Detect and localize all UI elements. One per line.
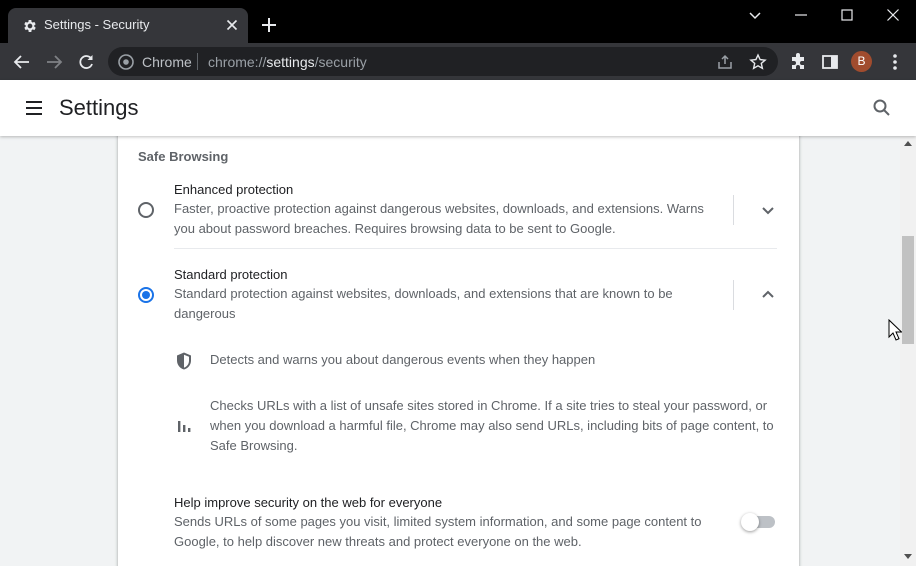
- help-improve-toggle[interactable]: [741, 513, 777, 531]
- omnibox-divider: [197, 53, 198, 70]
- url-text[interactable]: chrome://settings/security: [208, 54, 367, 70]
- settings-header: Settings: [0, 80, 916, 136]
- enhanced-protection-label: Enhanced protection: [174, 182, 294, 197]
- extensions-puzzle-icon[interactable]: [788, 52, 808, 72]
- site-chip-label: Chrome: [142, 54, 192, 70]
- chrome-logo-icon: [118, 54, 134, 70]
- help-improve-description: Sends URLs of some pages you visit, limi…: [174, 514, 702, 549]
- standard-protection-label: Standard protection: [174, 267, 288, 282]
- maximize-icon[interactable]: [838, 6, 856, 24]
- divider: [733, 195, 734, 225]
- window-close-icon[interactable]: [884, 6, 902, 24]
- toggle-knob: [741, 513, 759, 531]
- new-tab-plus-icon[interactable]: [260, 16, 278, 34]
- mouse-cursor-icon: [888, 319, 902, 341]
- settings-content: Safe Browsing Enhanced protection Faster…: [0, 136, 900, 566]
- shield-icon: [177, 352, 191, 370]
- scroll-up-arrow-icon[interactable]: [904, 141, 912, 146]
- detail-text: Detects and warns you about dangerous ev…: [210, 352, 596, 367]
- close-icon[interactable]: [224, 17, 240, 33]
- search-icon[interactable]: [872, 98, 892, 118]
- tab-settings-security[interactable]: Settings - Security: [8, 8, 248, 43]
- more-vert-icon[interactable]: [885, 52, 905, 72]
- share-icon[interactable]: [716, 53, 734, 71]
- gear-icon: [24, 20, 36, 32]
- help-improve-label: Help improve security on the web for eve…: [174, 495, 443, 510]
- bar-chart-icon: [178, 421, 191, 432]
- profile-avatar[interactable]: B: [851, 51, 872, 72]
- chevron-down-icon[interactable]: [760, 202, 776, 218]
- security-card: Safe Browsing Enhanced protection Faster…: [118, 136, 799, 566]
- browser-toolbar: Chrome chrome://settings/security B: [0, 43, 916, 80]
- section-title-safe-browsing: Safe Browsing: [138, 149, 229, 164]
- side-panel-icon[interactable]: [820, 52, 840, 72]
- page-scrollbar[interactable]: [900, 136, 916, 566]
- scroll-thumb[interactable]: [902, 236, 914, 344]
- option-divider: [174, 248, 777, 249]
- standard-protection-radio[interactable]: [138, 287, 154, 303]
- page-title: Settings: [59, 95, 139, 120]
- detail-text: Checks URLs with a list of unsafe sites …: [210, 398, 774, 453]
- back-arrow-icon[interactable]: [12, 52, 32, 72]
- tab-search-chevron-icon[interactable]: [746, 6, 764, 24]
- forward-arrow-icon[interactable]: [44, 52, 64, 72]
- tab-strip: Settings - Security: [0, 0, 916, 43]
- standard-protection-description: Standard protection against websites, do…: [174, 286, 673, 321]
- address-bar[interactable]: Chrome chrome://settings/security: [108, 47, 778, 76]
- chevron-up-icon[interactable]: [760, 287, 776, 303]
- enhanced-protection-radio[interactable]: [138, 202, 154, 218]
- divider: [733, 280, 734, 310]
- scroll-down-arrow-icon[interactable]: [904, 554, 912, 559]
- reload-icon[interactable]: [76, 52, 96, 72]
- hamburger-menu-icon[interactable]: [24, 98, 44, 118]
- enhanced-protection-description: Faster, proactive protection against dan…: [174, 201, 704, 236]
- bookmark-star-icon[interactable]: [749, 53, 767, 71]
- tab-title: Settings - Security: [44, 17, 150, 32]
- minimize-icon[interactable]: [792, 6, 810, 24]
